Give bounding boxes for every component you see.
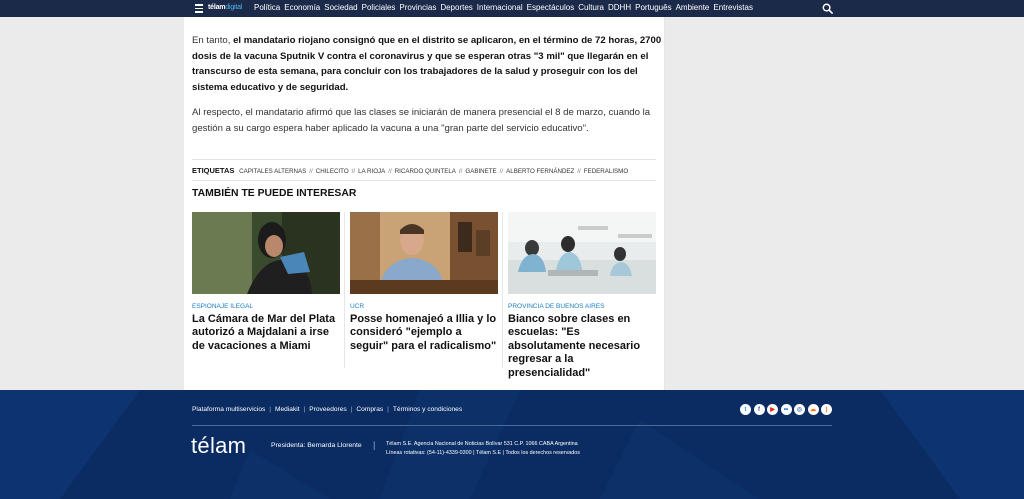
rss-icon[interactable]: ): [821, 404, 832, 415]
nav-item-deportes[interactable]: Deportes: [440, 3, 472, 12]
footer-link[interactable]: Mediakit: [275, 406, 300, 413]
related-card-category[interactable]: PROVINCIA DE BUENOS AIRES: [508, 303, 656, 310]
facebook-icon[interactable]: f: [753, 404, 765, 415]
tag-link[interactable]: GABINETE: [465, 168, 496, 175]
divider: [192, 180, 656, 181]
soundcloud-icon[interactable]: ☁: [807, 404, 819, 415]
related-card-headline[interactable]: Bianco sobre clases en escuelas: "Es abs…: [508, 313, 656, 380]
youtube-icon[interactable]: ▶: [767, 404, 778, 415]
flickr-icon[interactable]: ••: [780, 404, 792, 415]
nav-item-economia[interactable]: Economía: [284, 3, 320, 12]
tags-label: ETIQUETAS: [192, 166, 235, 175]
nav-links: Política Economía Sociedad Policiales Provin…: [254, 3, 757, 12]
footer-link-separator: |: [303, 406, 306, 413]
related-card-image[interactable]: [350, 212, 498, 294]
related-card[interactable]: UCR Posse homenajeó a Illia y lo conside…: [350, 212, 498, 353]
nav-item-politica[interactable]: Política: [254, 3, 280, 12]
social-icons: t f ▶ •• ◎ ☁): [740, 404, 835, 415]
tag-link[interactable]: FEDERALISMO: [584, 168, 628, 175]
footer-link[interactable]: Plataforma multiservicios: [192, 406, 265, 413]
article-content: En tanto, el mandatario riojano consignó…: [184, 17, 664, 390]
top-nav-bar: télamdigital Política Economía Sociedad Pol…: [0, 0, 1024, 17]
nav-item-policiales[interactable]: Policiales: [362, 3, 396, 12]
footer-separator: |: [373, 440, 376, 450]
footer-link-separator: |: [387, 406, 389, 413]
related-card-headline[interactable]: Posse homenajeó a Illia y lo consideró "…: [350, 313, 498, 353]
footer-link-separator: |: [269, 406, 272, 413]
related-card[interactable]: PROVINCIA DE BUENOS AIRES Bianco sobre c…: [508, 212, 656, 380]
nav-item-espectaculos[interactable]: Espectáculos: [527, 3, 575, 12]
sidebar-divider: [664, 17, 665, 390]
instagram-icon[interactable]: ◎: [794, 404, 805, 415]
card-divider: [502, 212, 503, 368]
article-paragraph: Al respecto, el mandatario afirmó que la…: [192, 107, 651, 134]
footer: Plataforma multiservicios | Mediakit | Prove…: [0, 390, 1024, 499]
footer-divider: [192, 425, 832, 426]
menu-icon[interactable]: [195, 4, 203, 13]
footer-info-line: Télam S.E. Agencia Nacional de Noticias …: [386, 441, 578, 447]
divider: [192, 159, 656, 160]
footer-link[interactable]: Términos y condiciones: [393, 406, 462, 413]
article-paragraph: En tanto, el mandatario riojano consignó…: [192, 35, 662, 93]
footer-logo[interactable]: télam: [191, 433, 246, 459]
nav-item-internacional[interactable]: Internacional: [477, 3, 523, 12]
nav-item-entrevistas[interactable]: Entrevistas: [713, 3, 753, 12]
related-card-category[interactable]: ESPIONAJE ILEGAL: [192, 303, 340, 310]
tag-separator: //: [351, 168, 356, 175]
tags-row: ETIQUETAS CAPITALES ALTERNAS//CHILECITO /…: [192, 166, 631, 175]
twitter-icon[interactable]: t: [740, 404, 751, 415]
footer-link[interactable]: Proveedores: [309, 406, 346, 413]
search-icon[interactable]: [822, 3, 833, 14]
tag-separator: //: [309, 168, 313, 175]
tag-link[interactable]: CHILECITO: [316, 168, 349, 175]
tag-link[interactable]: CAPITALES ALTERNAS: [239, 168, 306, 175]
footer-president: Presidenta: Bernarda Llorente: [271, 442, 362, 449]
tag-separator: //: [577, 168, 581, 175]
nav-logo[interactable]: télamdigital: [208, 4, 242, 11]
card-divider: [344, 212, 345, 368]
nav-item-ambiente[interactable]: Ambiente: [676, 3, 710, 12]
footer-info: Télam S.E. Agencia Nacional de Noticias …: [386, 440, 580, 457]
footer-links: Plataforma multiservicios | Mediakit | Prove…: [192, 406, 462, 413]
tag-link[interactable]: RICARDO QUINTELA: [395, 168, 456, 175]
tag-separator: //: [499, 168, 504, 175]
related-card-headline[interactable]: La Cámara de Mar del Plata autorizó a Ma…: [192, 313, 340, 353]
footer-info-line: Líneas rotativas: (54-11)-4339-0300 | Té…: [386, 449, 580, 456]
related-card-image[interactable]: [192, 212, 340, 294]
footer-link-separator: |: [350, 406, 353, 413]
related-card-image[interactable]: [508, 212, 656, 294]
nav-item-cultura[interactable]: Cultura: [578, 3, 604, 12]
tag-link[interactable]: LA RIOJA: [358, 168, 385, 175]
related-card[interactable]: ESPIONAJE ILEGAL La Cámara de Mar del Pl…: [192, 212, 340, 353]
nav-item-provincias[interactable]: Provincias: [399, 3, 436, 12]
tag-separator: //: [388, 168, 392, 175]
tag-separator: //: [458, 168, 463, 175]
tag-link[interactable]: ALBERTO FERNÁNDEZ: [506, 168, 574, 175]
nav-item-ddhh[interactable]: DDHH: [608, 3, 631, 12]
nav-item-sociedad[interactable]: Sociedad: [324, 3, 357, 12]
related-section-title: TAMBIÉN TE PUEDE INTERESAR: [192, 188, 357, 199]
related-card-category[interactable]: UCR: [350, 303, 498, 310]
nav-item-portugues[interactable]: Português: [635, 3, 671, 12]
footer-link[interactable]: Compras: [356, 406, 383, 413]
